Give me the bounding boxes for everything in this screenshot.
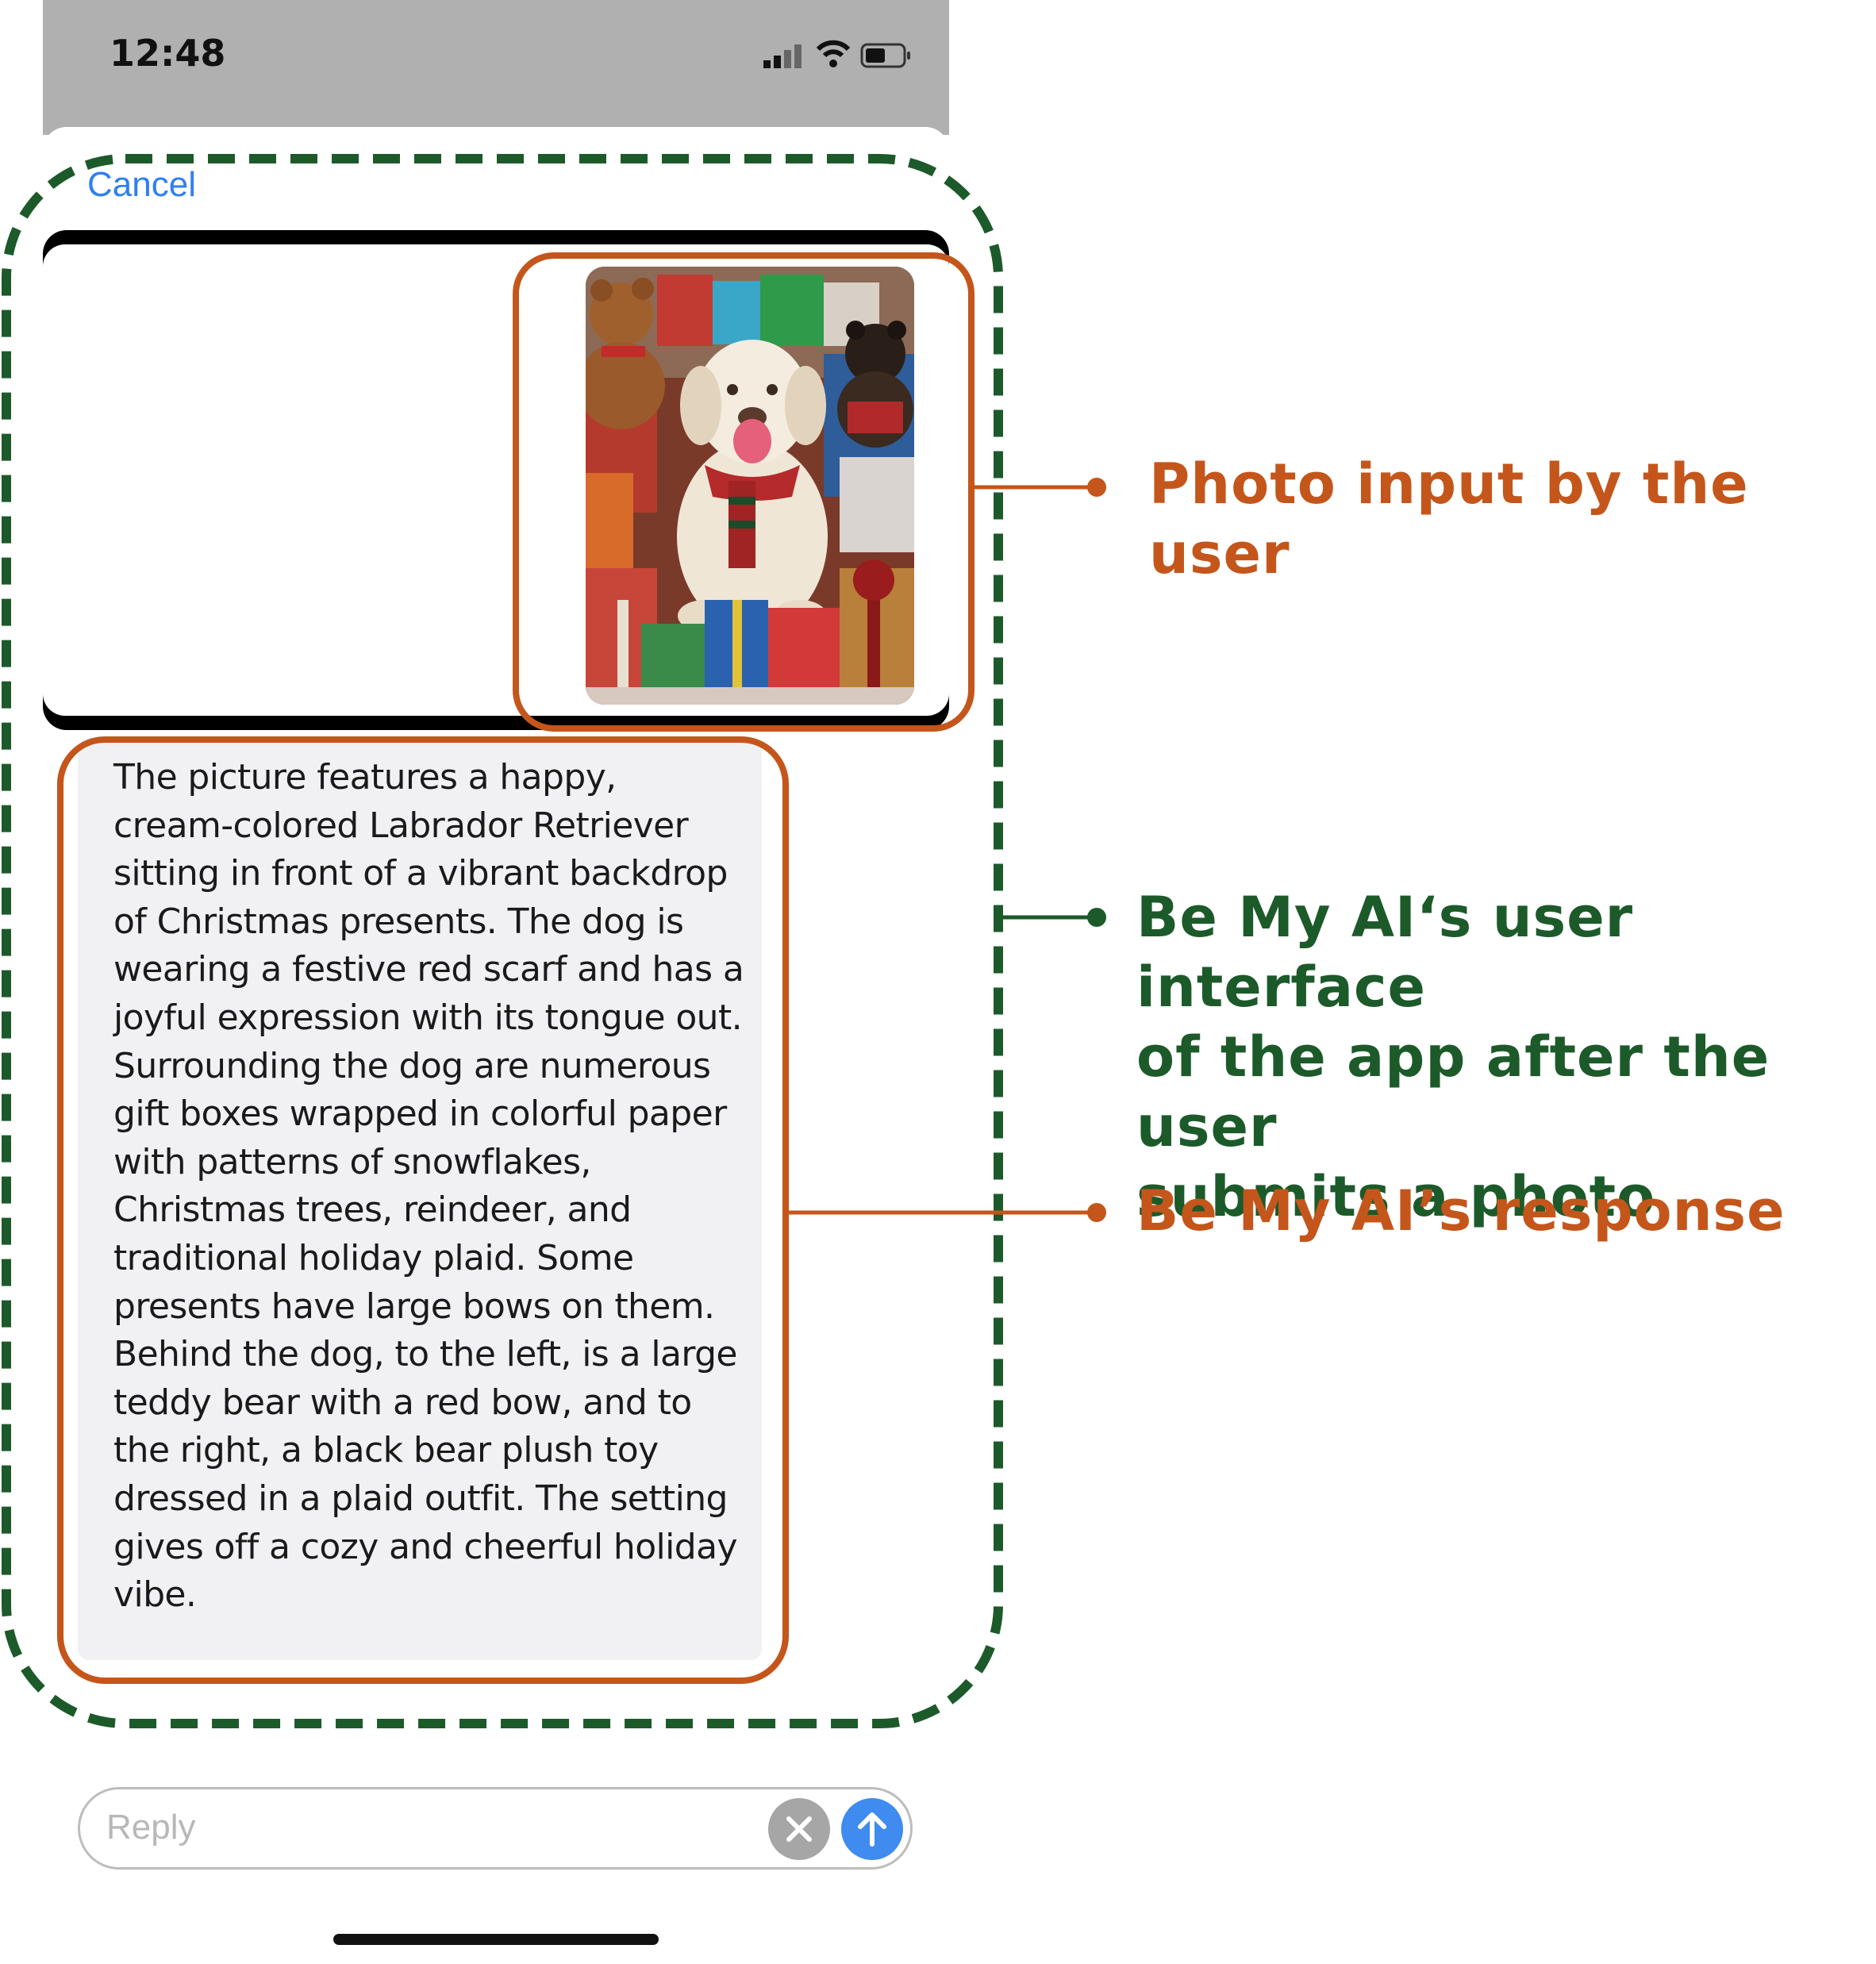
send-button[interactable] — [841, 1798, 903, 1860]
arrow-up-icon — [858, 1812, 886, 1847]
reply-placeholder: Reply — [106, 1808, 196, 1847]
home-indicator — [333, 1934, 659, 1945]
ui-dashed-outline — [2, 154, 1003, 1728]
close-icon — [786, 1816, 812, 1842]
response-connector-line — [789, 1203, 1106, 1222]
ui-connector-line — [995, 908, 1106, 927]
clear-button[interactable] — [768, 1798, 830, 1860]
photo-input-label: Photo input by the user — [1149, 452, 1749, 586]
response-label: Be My AI’s response — [1136, 1178, 1786, 1243]
